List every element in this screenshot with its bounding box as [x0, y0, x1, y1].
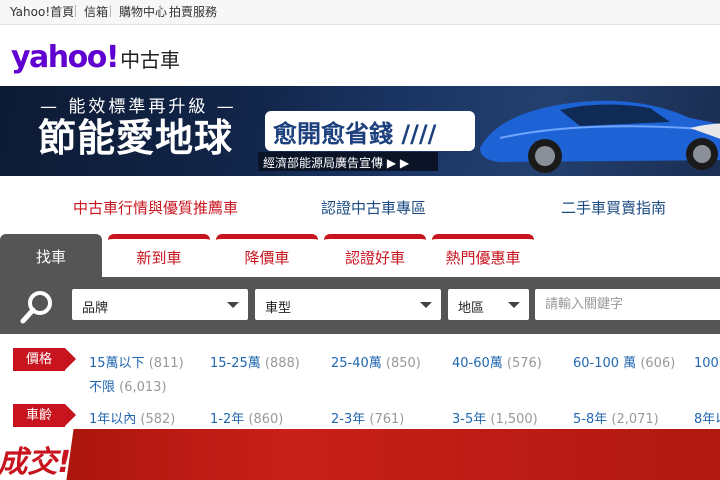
search-icon[interactable] — [20, 289, 56, 325]
tab-find-car[interactable]: 找車 — [0, 234, 102, 277]
car-illustration — [480, 100, 720, 173]
age-option[interactable]: 5-8年 (2,071) — [573, 408, 659, 427]
age-option[interactable]: 2-3年 (761) — [331, 408, 404, 427]
price-option[interactable]: 15-25萬 (888) — [210, 352, 300, 371]
tab-hot-deals[interactable]: 熱門優惠車 — [432, 234, 534, 277]
price-option-unlimited[interactable]: 不限 (6,013) — [89, 376, 167, 395]
category-link-certified[interactable]: 認證中古車專區 — [321, 197, 426, 218]
chevron-down-icon — [227, 302, 239, 308]
category-link-guide[interactable]: 二手車買賣指南 — [561, 197, 666, 218]
age-option[interactable]: 8年以 — [694, 408, 720, 427]
keyword-search-input[interactable] — [535, 289, 720, 320]
search-bar: 品牌 車型 地區 — [0, 277, 720, 334]
auction-link[interactable]: 拍賣服務 — [169, 5, 217, 19]
region-select[interactable]: 地區 — [448, 289, 529, 320]
region-select-value: 地區 — [458, 301, 485, 316]
price-filter-label: 價格 — [13, 348, 76, 371]
logo-section-name: 中古車 — [120, 48, 181, 72]
tab-price-drop[interactable]: 降價車 — [216, 234, 318, 277]
banner-sponsor-text: 經濟部能源局廣告宣傳 ▶ ▶ — [263, 156, 410, 170]
promo-background — [0, 429, 720, 480]
banner-headline: — 能效標準再升級 — — [40, 97, 237, 117]
price-option[interactable]: 60-100 萬 (606) — [573, 352, 675, 371]
ad-banner[interactable]: — 能效標準再升級 — 節能愛地球 愈開愈省錢 //// 經濟部能源局廣告宣傳 … — [0, 86, 720, 176]
age-option[interactable]: 1-2年 (860) — [210, 408, 283, 427]
banner-title: 節能愛地球 — [38, 116, 234, 160]
model-select[interactable]: 車型 — [255, 289, 441, 320]
yahoo-autos-logo[interactable]: yahoo! 中古車 — [11, 39, 180, 73]
category-links: 中古車行情與優質推薦車 認證中古車專區 二手車買賣指南 — [0, 176, 720, 234]
tab-certified[interactable]: 認證好車 — [324, 234, 426, 277]
divider — [75, 5, 76, 17]
price-option[interactable]: 25-40萬 (850) — [331, 352, 421, 371]
category-link-market-price[interactable]: 中古車行情與優質推薦車 — [73, 197, 238, 218]
brand-select[interactable]: 品牌 — [72, 289, 248, 320]
yahoo-home-link[interactable]: Yahoo!首頁 — [10, 5, 74, 19]
price-option[interactable]: 40-60萬 (576) — [452, 352, 542, 371]
promo-text: 成交! — [0, 445, 72, 480]
banner-sponsor-note: 經濟部能源局廣告宣傳 ▶ ▶ — [258, 152, 438, 171]
divider — [110, 5, 111, 17]
banner-slogan: 愈開愈省錢 //// — [273, 120, 437, 148]
divider — [160, 5, 161, 17]
top-utility-bar: Yahoo!首頁 信箱 購物中心 拍賣服務 — [0, 0, 720, 25]
age-filter-label: 車齡 — [13, 404, 76, 427]
promo-banner[interactable]: 成交! — [0, 429, 720, 480]
age-option[interactable]: 3-5年 (1,500) — [452, 408, 538, 427]
price-option[interactable]: 15萬以下 (811) — [89, 352, 184, 371]
chevron-down-icon — [508, 302, 520, 308]
price-option[interactable]: 100萬 — [694, 352, 720, 371]
yahoo-logo-text: yahoo! — [11, 40, 120, 75]
promo-badge: 成交! — [0, 429, 74, 480]
model-select-value: 車型 — [265, 301, 292, 316]
site-header: yahoo! 中古車 — [0, 25, 720, 85]
mail-link[interactable]: 信箱 — [84, 5, 108, 19]
chevron-down-icon — [420, 302, 432, 308]
age-option[interactable]: 1年以內 (582) — [89, 408, 175, 427]
tab-new-arrivals[interactable]: 新到車 — [108, 234, 210, 277]
brand-select-value: 品牌 — [82, 301, 109, 316]
